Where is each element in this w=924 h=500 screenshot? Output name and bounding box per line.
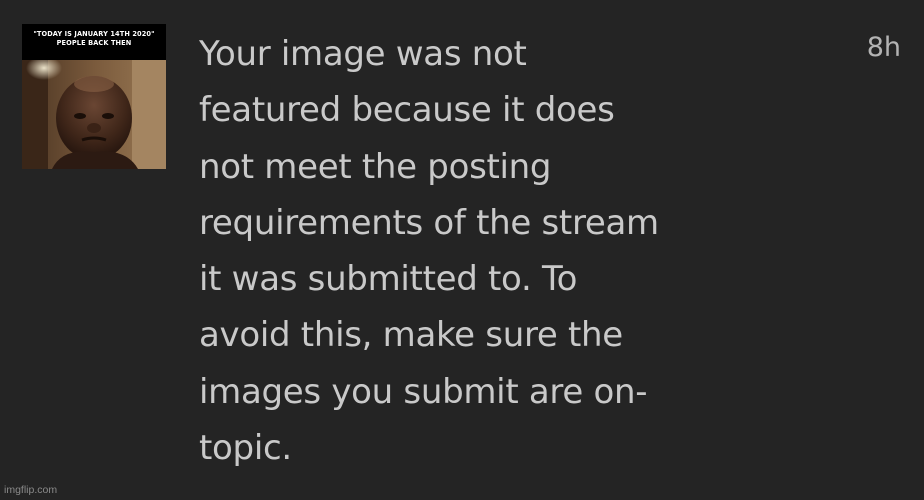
message-line: not meet the posting bbox=[199, 146, 552, 187]
message-line: Your image was not bbox=[199, 34, 527, 74]
meme-caption-line: "TODAY IS JANUARY 14TH 2020" bbox=[33, 30, 155, 38]
message-line: images you submit are on- bbox=[199, 371, 648, 412]
message-line: avoid this, make sure the bbox=[199, 315, 623, 356]
notification-timestamp: 8h bbox=[866, 32, 901, 63]
meme-thumbnail[interactable]: "TODAY IS JANUARY 14TH 2020" PEOPLE BACK… bbox=[22, 24, 166, 169]
message-line: topic. bbox=[199, 428, 292, 469]
message-line: requirements of the stream bbox=[199, 202, 659, 243]
notification-item[interactable]: "TODAY IS JANUARY 14TH 2020" PEOPLE BACK… bbox=[0, 0, 924, 500]
message-line: featured because it does bbox=[199, 90, 615, 131]
notification-message: Your image was not featured because it d… bbox=[199, 26, 819, 476]
meme-photo bbox=[22, 60, 166, 169]
meme-caption: "TODAY IS JANUARY 14TH 2020" PEOPLE BACK… bbox=[22, 30, 166, 48]
imgflip-watermark: imgflip.com bbox=[4, 484, 58, 496]
message-line: it was submitted to. To bbox=[199, 259, 578, 300]
meme-caption-line: PEOPLE BACK THEN bbox=[56, 39, 132, 47]
